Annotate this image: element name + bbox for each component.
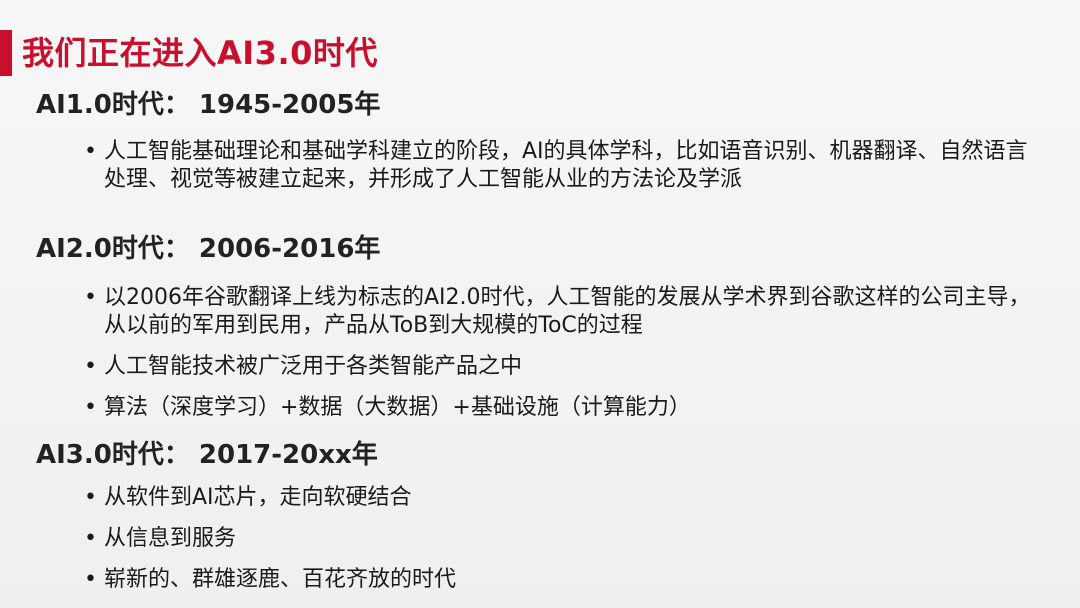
bullet-text: 人工智能技术被广泛用于各类智能产品之中	[104, 354, 523, 379]
bullet-text: 以2006年谷歌翻译上线为标志的AI2.0时代，人工智能的发展从学术界到谷歌这样…	[104, 285, 1031, 338]
section-heading-ai2: AI2.0时代： 2006-2016年	[36, 234, 381, 264]
bullet-dot-icon: •	[84, 526, 97, 551]
bullet-text: 从信息到服务	[104, 526, 237, 551]
bullet-text: 人工智能基础理论和基础学科建立的阶段，AI的具体学科，比如语音识别、机器翻译、自…	[104, 139, 1028, 192]
bullet-text: 崭新的、群雄逐鹿、百花齐放的时代	[104, 567, 457, 592]
bullet-text: 从软件到AI芯片，走向软硬结合	[104, 485, 412, 510]
list-item: • 以2006年谷歌翻译上线为标志的AI2.0时代，人工智能的发展从学术界到谷歌…	[80, 284, 1040, 340]
bullet-list-ai2: • 以2006年谷歌翻译上线为标志的AI2.0时代，人工智能的发展从学术界到谷歌…	[80, 284, 1040, 435]
bullet-text: 算法（深度学习）+数据（大数据）+基础设施（计算能力）	[104, 395, 691, 420]
bullet-list-ai3: • 从软件到AI芯片，走向软硬结合 • 从信息到服务 • 崭新的、群雄逐鹿、百花…	[80, 484, 1040, 607]
list-item: • 算法（深度学习）+数据（大数据）+基础设施（计算能力）	[80, 394, 1040, 422]
list-item: • 人工智能技术被广泛用于各类智能产品之中	[80, 353, 1040, 381]
list-item: • 从软件到AI芯片，走向软硬结合	[80, 484, 1040, 512]
list-item: • 人工智能基础理论和基础学科建立的阶段，AI的具体学科，比如语音识别、机器翻译…	[80, 138, 1040, 194]
list-item: • 从信息到服务	[80, 525, 1040, 553]
slide-title: 我们正在进入AI3.0时代	[22, 34, 378, 72]
bullet-dot-icon: •	[84, 395, 97, 420]
slide: 我们正在进入AI3.0时代 AI1.0时代： 1945-2005年 • 人工智能…	[0, 0, 1080, 608]
section-heading-ai1: AI1.0时代： 1945-2005年	[36, 90, 381, 120]
bullet-dot-icon: •	[84, 139, 97, 164]
bullet-dot-icon: •	[84, 567, 97, 592]
title-accent-bar	[0, 30, 12, 76]
bullet-dot-icon: •	[84, 354, 97, 379]
section-heading-ai3: AI3.0时代： 2017-20xx年	[36, 440, 378, 470]
bullet-list-ai1: • 人工智能基础理论和基础学科建立的阶段，AI的具体学科，比如语音识别、机器翻译…	[80, 138, 1040, 207]
bullet-dot-icon: •	[84, 485, 97, 510]
bullet-dot-icon: •	[84, 285, 97, 310]
list-item: • 崭新的、群雄逐鹿、百花齐放的时代	[80, 566, 1040, 594]
